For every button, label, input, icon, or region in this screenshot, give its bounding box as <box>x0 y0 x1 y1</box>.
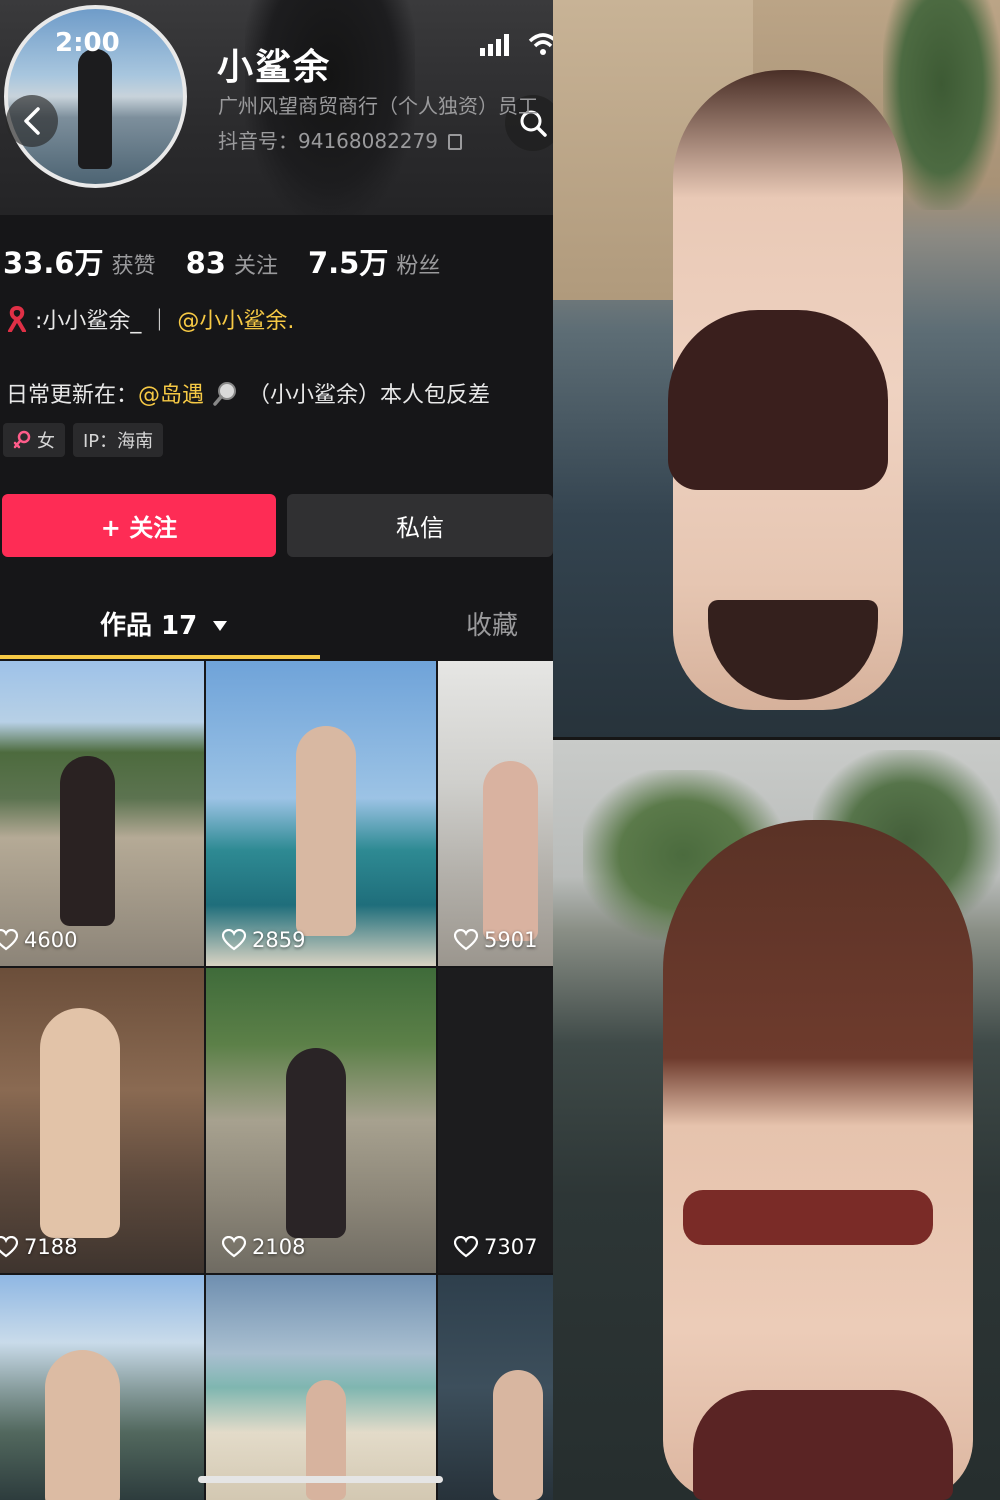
video-likes: 5901 <box>454 928 537 952</box>
following-count[interactable]: 83 <box>186 246 226 280</box>
bio-text-2: 日常更新在： <box>6 383 139 408</box>
chevron-left-icon <box>24 107 40 135</box>
video-likes-count: 4600 <box>24 928 78 952</box>
video-likes-count: 2108 <box>252 1235 306 1259</box>
signal-icon <box>480 34 509 56</box>
video-thumbnail[interactable]: 2108 <box>206 968 436 1273</box>
video-thumbnail[interactable]: 4600 <box>0 661 204 966</box>
video-likes: 2859 <box>222 928 305 952</box>
tab-works[interactable]: 作品 17 <box>100 605 228 642</box>
douyin-id-text: 抖音号：94168082279 <box>218 129 438 153</box>
profile-stats: 33.6万 获赞 83 关注 7.5万 粉丝 <box>3 240 470 282</box>
back-button[interactable] <box>6 95 58 147</box>
search-icon <box>213 382 237 406</box>
bio-line-2: 日常更新在：@岛遇 （小小鲨余）本人包反差 <box>6 377 490 409</box>
video-likes-count: 7307 <box>484 1235 538 1259</box>
message-button[interactable]: 私信 <box>287 494 553 557</box>
video-thumbnail[interactable] <box>438 1275 553 1500</box>
bio-text-3: （小小鲨余）本人包反差 <box>248 383 491 408</box>
top-garment-band-shape <box>683 1190 933 1245</box>
video-figure <box>45 1350 120 1500</box>
bio-text-1: :小小鲨余_ ｜ <box>35 309 171 334</box>
tab-indicator <box>0 655 320 659</box>
video-figure <box>493 1370 543 1500</box>
likes-count: 33.6万 <box>3 246 104 280</box>
heart-icon <box>454 1236 478 1258</box>
wifi-icon <box>528 33 553 55</box>
video-figure <box>40 1008 120 1238</box>
profile-douyin-id: 抖音号：94168082279 <box>218 125 462 154</box>
bio-mention-2[interactable]: @岛遇 <box>138 383 204 408</box>
video-thumbnail[interactable]: 5901 <box>438 661 553 966</box>
heart-icon <box>222 929 246 951</box>
copy-icon[interactable] <box>447 134 462 150</box>
video-grid: 4600 2859 5901 7188 2108 7307 <box>0 661 553 1500</box>
video-likes-count: 5901 <box>484 928 538 952</box>
video-thumbnail[interactable]: 7307 <box>438 968 553 1273</box>
video-likes: 7307 <box>454 1235 537 1259</box>
profile-tags: 女 IP：海南 <box>3 423 164 457</box>
tab-favorites[interactable]: 收藏 <box>466 605 518 642</box>
avatar-figure <box>78 49 112 169</box>
profile-username: 小鲨余 <box>217 47 332 88</box>
heart-icon <box>222 1236 246 1258</box>
ip-tag: IP：海南 <box>73 423 164 457</box>
gender-label: 女 <box>37 431 55 452</box>
female-icon <box>13 430 31 449</box>
video-figure <box>60 756 115 926</box>
video-figure <box>286 1048 346 1238</box>
status-time: 2:00 <box>55 28 120 58</box>
followers-count[interactable]: 7.5万 <box>308 240 388 282</box>
home-indicator[interactable] <box>198 1476 443 1483</box>
video-likes: 4600 <box>0 928 77 952</box>
top-garment-shape <box>668 310 888 490</box>
video-thumbnail[interactable]: 7188 <box>0 968 204 1273</box>
ribbon-icon <box>8 305 26 333</box>
follow-button[interactable]: + 关注 <box>2 494 276 557</box>
video-figure <box>483 761 538 941</box>
video-likes: 7188 <box>0 1235 77 1259</box>
bottom-garment-shape <box>693 1390 953 1500</box>
video-thumbnail[interactable] <box>0 1275 204 1500</box>
gender-tag: 女 <box>3 423 65 457</box>
heart-icon <box>454 929 478 951</box>
heart-icon <box>0 1236 18 1258</box>
caret-down-icon <box>213 621 228 631</box>
profile-screen: 2:00 小鲨余 广州风望商贸商行（个人独资）员工 抖音号：9416808227… <box>0 0 553 1500</box>
followers-label[interactable]: 粉丝 <box>396 248 440 280</box>
profile-header: 2:00 小鲨余 广州风望商贸商行（个人独资）员工 抖音号：9416808227… <box>0 0 553 215</box>
tab-works-label: 作品 17 <box>100 611 198 641</box>
video-likes: 2108 <box>222 1235 305 1259</box>
video-likes-count: 2859 <box>252 928 306 952</box>
bio-line-1: :小小鲨余_ ｜ @小小鲨余. <box>6 303 294 335</box>
video-figure <box>296 726 356 936</box>
ip-label: IP：海南 <box>83 431 154 452</box>
video-thumbnail[interactable]: 2859 <box>206 661 436 966</box>
heart-icon <box>0 929 18 951</box>
video-thumbnail[interactable] <box>206 1275 436 1500</box>
following-label[interactable]: 关注 <box>234 248 278 280</box>
likes-label: 获赞 <box>111 254 156 279</box>
photo-pool-back <box>553 740 1000 1500</box>
bio-mention-1[interactable]: @小小鲨余. <box>177 309 294 334</box>
profile-company: 广州风望商贸商行（个人独资）员工 <box>218 94 538 118</box>
video-likes-count: 7188 <box>24 1235 78 1259</box>
photo-pool-front <box>553 0 1000 737</box>
